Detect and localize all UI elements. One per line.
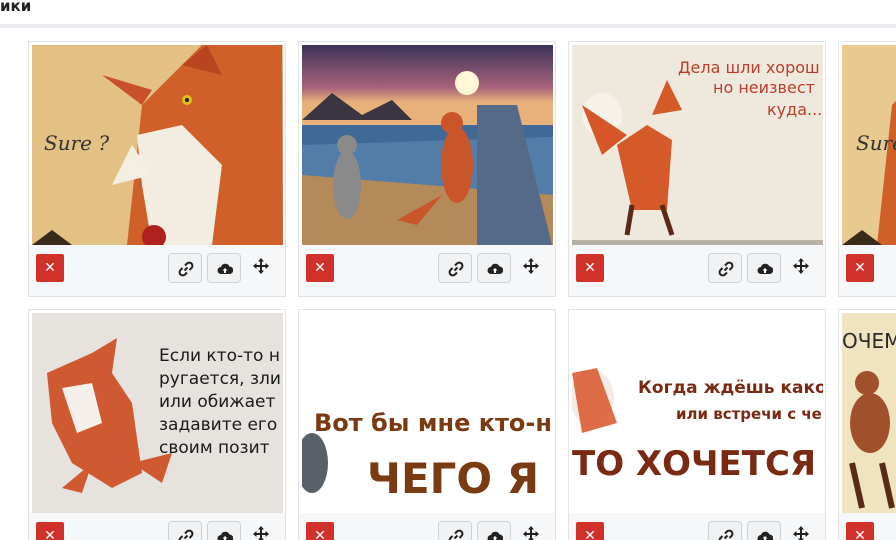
upload-button[interactable]	[207, 521, 241, 540]
gallery-card: Если кто-то н ругается, зли или обижает …	[28, 309, 286, 540]
card-toolbar: ✕	[839, 245, 896, 296]
caption-line: или обижает	[159, 392, 275, 412]
move-handle[interactable]	[522, 257, 540, 275]
image-gallery: Sure ? ✕ ✕ Дела шли хорош но неизвест ку…	[0, 28, 896, 540]
image-thumbnail[interactable]: Sure	[842, 45, 896, 245]
image-thumbnail[interactable]: Когда ждёшь какого или встречи с че ТО Х…	[572, 313, 823, 513]
image-thumbnail[interactable]: Если кто-то н ругается, зли или обижает …	[32, 313, 283, 513]
delete-button[interactable]: ✕	[846, 522, 874, 540]
gallery-card: Когда ждёшь какого или встречи с че ТО Х…	[568, 309, 826, 540]
gallery-card: ОЧЕМ ✕	[838, 309, 896, 540]
link-icon	[178, 529, 194, 540]
link-button[interactable]	[438, 253, 472, 283]
move-arrows-icon	[523, 526, 539, 540]
card-toolbar: ✕	[29, 245, 285, 296]
move-arrows-icon	[793, 258, 809, 274]
cloud-upload-icon	[757, 263, 773, 274]
gallery-card: ✕	[298, 41, 556, 297]
caption-line: или встречи с че	[676, 405, 822, 423]
card-toolbar: ✕	[569, 245, 825, 296]
gallery-card: Sure ✕	[838, 41, 896, 297]
caption-line: ТО ХОЧЕТСЯ ЖИ	[572, 444, 823, 484]
upload-button[interactable]	[747, 253, 781, 283]
link-button[interactable]	[708, 521, 742, 540]
cloud-upload-icon	[487, 263, 503, 274]
card-toolbar: ✕	[299, 513, 555, 540]
cloud-upload-icon	[757, 531, 773, 540]
caption-line: Когда ждёшь какого	[638, 378, 823, 398]
move-arrows-icon	[523, 258, 539, 274]
caption-line: Дела шли хорош	[678, 58, 820, 77]
image-thumbnail[interactable]: Sure ?	[32, 45, 283, 245]
link-icon	[178, 261, 194, 277]
caption-line: ругается, зли	[159, 369, 281, 389]
link-icon	[448, 261, 464, 277]
gallery-card: Вот бы мне кто-нибу ЧЕГО Я ХО ✕	[298, 309, 556, 540]
caption-line: куда...	[767, 100, 822, 119]
delete-button[interactable]: ✕	[36, 522, 64, 540]
caption-line: но неизвест	[713, 78, 815, 97]
gallery-card: Sure ? ✕	[28, 41, 286, 297]
move-handle[interactable]	[252, 525, 270, 540]
move-handle[interactable]	[792, 257, 810, 275]
caption-line: своим позит	[159, 438, 270, 458]
close-icon: ✕	[44, 528, 56, 540]
close-icon: ✕	[584, 528, 596, 540]
caption-line: Sure	[856, 131, 896, 155]
delete-button[interactable]: ✕	[306, 254, 334, 282]
page-header: ики	[0, 0, 896, 28]
upload-button[interactable]	[477, 521, 511, 540]
close-icon: ✕	[314, 528, 326, 540]
image-thumbnail[interactable]: ОЧЕМ	[842, 313, 896, 513]
move-arrows-icon	[793, 526, 809, 540]
delete-button[interactable]: ✕	[306, 522, 334, 540]
card-toolbar: ✕	[569, 513, 825, 540]
card-toolbar: ✕	[299, 245, 555, 296]
upload-button[interactable]	[477, 253, 511, 283]
close-icon: ✕	[854, 528, 866, 540]
close-icon: ✕	[314, 260, 326, 276]
move-arrows-icon	[253, 258, 269, 274]
upload-button[interactable]	[747, 521, 781, 540]
link-icon	[718, 261, 734, 277]
delete-button[interactable]: ✕	[36, 254, 64, 282]
move-handle[interactable]	[252, 257, 270, 275]
caption-line: Sure ?	[44, 131, 109, 155]
card-toolbar: ✕	[29, 513, 285, 540]
page-title: ики	[0, 0, 32, 15]
link-button[interactable]	[168, 521, 202, 540]
link-icon	[718, 529, 734, 540]
link-icon	[448, 529, 464, 540]
caption-line: ЧЕГО Я ХО	[367, 454, 553, 503]
move-arrows-icon	[253, 526, 269, 540]
caption-line: Если кто-то н	[159, 346, 280, 366]
link-button[interactable]	[168, 253, 202, 283]
gallery-card: Дела шли хорош но неизвест куда... ✕	[568, 41, 826, 297]
link-button[interactable]	[708, 253, 742, 283]
cloud-upload-icon	[217, 263, 233, 274]
link-button[interactable]	[438, 521, 472, 540]
move-handle[interactable]	[792, 525, 810, 540]
close-icon: ✕	[44, 260, 56, 276]
upload-button[interactable]	[207, 253, 241, 283]
delete-button[interactable]: ✕	[846, 254, 874, 282]
delete-button[interactable]: ✕	[576, 522, 604, 540]
caption-line: Вот бы мне кто-нибу	[314, 409, 553, 437]
cloud-upload-icon	[487, 531, 503, 540]
delete-button[interactable]: ✕	[576, 254, 604, 282]
close-icon: ✕	[584, 260, 596, 276]
close-icon: ✕	[854, 260, 866, 276]
image-thumbnail[interactable]	[302, 45, 553, 245]
image-thumbnail[interactable]: Дела шли хорош но неизвест куда...	[572, 45, 823, 245]
move-handle[interactable]	[522, 525, 540, 540]
card-toolbar: ✕	[839, 513, 896, 540]
image-thumbnail[interactable]: Вот бы мне кто-нибу ЧЕГО Я ХО	[302, 313, 553, 513]
caption-line: задавите его	[159, 415, 277, 435]
cloud-upload-icon	[217, 531, 233, 540]
caption-line: ОЧЕМ	[842, 329, 896, 353]
